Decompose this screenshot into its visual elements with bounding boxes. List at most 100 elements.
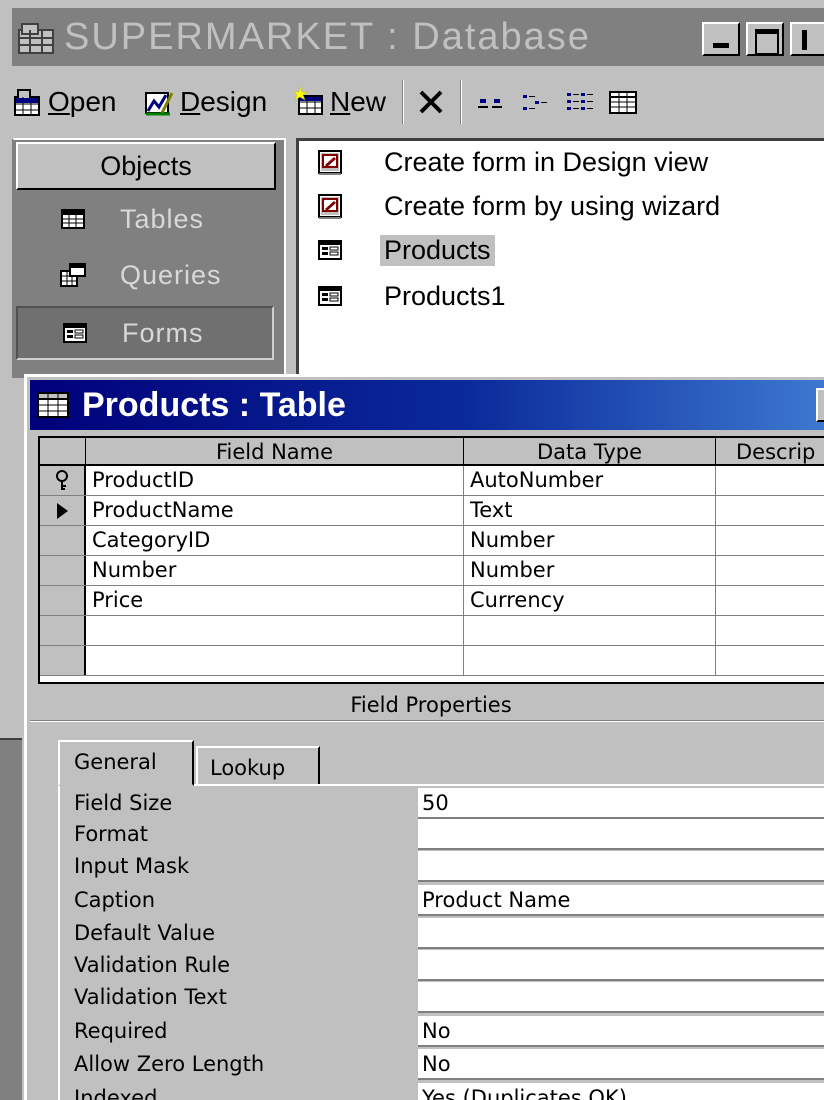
- table-row[interactable]: Number Number: [40, 556, 824, 586]
- data-type-cell[interactable]: [464, 616, 716, 645]
- field-name-cell[interactable]: ProductName: [86, 496, 464, 525]
- list-item-create-form-wizard[interactable]: Create form by using wizard: [316, 186, 720, 226]
- database-toolbar: Open Design New: [12, 72, 824, 134]
- database-icon: [18, 23, 54, 54]
- design-button[interactable]: Design: [144, 82, 267, 122]
- details-view-icon: [609, 91, 637, 114]
- table-row[interactable]: Price Currency: [40, 586, 824, 616]
- row-selector[interactable]: [40, 466, 86, 495]
- open-icon: [14, 89, 40, 116]
- row-selector[interactable]: [40, 586, 86, 615]
- delete-button[interactable]: [416, 82, 452, 122]
- data-type-cell[interactable]: Number: [464, 526, 716, 555]
- data-type-cell[interactable]: AutoNumber: [464, 466, 716, 495]
- table-row[interactable]: CategoryID Number: [40, 526, 824, 556]
- design-label: Design: [180, 86, 268, 117]
- property-value-field[interactable]: Product Name: [418, 885, 824, 916]
- row-selector[interactable]: [40, 526, 86, 555]
- property-row-validation-text: Validation Text: [72, 982, 824, 1013]
- property-value-field[interactable]: [418, 982, 824, 1013]
- property-label: Required: [74, 1019, 168, 1043]
- small-icons-button[interactable]: [520, 82, 556, 122]
- list-view-button[interactable]: [564, 82, 600, 122]
- data-type-cell[interactable]: Text: [464, 496, 716, 525]
- property-value-field[interactable]: [418, 950, 824, 981]
- column-header-description: Descrip: [716, 438, 824, 464]
- table-row[interactable]: ProductName Text: [40, 496, 824, 526]
- minimize-button[interactable]: [816, 388, 824, 422]
- property-row-format: Format: [72, 819, 824, 850]
- table-row[interactable]: [40, 616, 824, 646]
- property-value-field[interactable]: [418, 918, 824, 949]
- tab-lookup[interactable]: Lookup: [196, 746, 320, 786]
- table-icon: [61, 209, 85, 229]
- field-name-cell[interactable]: CategoryID: [86, 526, 464, 555]
- objects-item-forms[interactable]: Forms: [16, 306, 274, 360]
- property-row-caption: Caption Product Name: [72, 885, 824, 916]
- property-value-field[interactable]: No: [418, 1016, 824, 1047]
- description-cell[interactable]: [716, 496, 824, 525]
- list-item-products[interactable]: Products: [316, 230, 495, 270]
- divider: [30, 720, 824, 722]
- column-header-field-name: Field Name: [86, 438, 464, 464]
- row-selector[interactable]: [40, 556, 86, 585]
- field-name-cell[interactable]: [86, 646, 464, 675]
- details-view-button[interactable]: [608, 82, 644, 122]
- objects-item-queries[interactable]: Queries: [16, 248, 274, 302]
- property-value-field[interactable]: [418, 851, 824, 882]
- delete-icon: [419, 90, 443, 114]
- property-value-field[interactable]: 50: [418, 788, 824, 819]
- description-cell[interactable]: [716, 646, 824, 675]
- property-row-validation-rule: Validation Rule: [72, 950, 824, 981]
- row-selector[interactable]: [40, 646, 86, 675]
- row-selector[interactable]: [40, 616, 86, 645]
- property-value-field[interactable]: No: [418, 1049, 824, 1080]
- description-cell[interactable]: [716, 466, 824, 495]
- data-type-cell[interactable]: [464, 646, 716, 675]
- objects-header-button[interactable]: Objects: [16, 142, 276, 190]
- property-row-input-mask: Input Mask: [72, 851, 824, 882]
- close-button[interactable]: [790, 22, 824, 56]
- list-view-icon: [567, 93, 593, 110]
- data-type-cell[interactable]: Currency: [464, 586, 716, 615]
- new-button[interactable]: New: [294, 82, 386, 122]
- form-icon: [318, 286, 342, 306]
- table-window-title: Products : Table: [82, 386, 346, 424]
- property-row-indexed: Indexed Yes (Duplicates OK): [72, 1083, 824, 1100]
- database-title: SUPERMARKET : Database: [64, 16, 591, 58]
- minimize-button[interactable]: [702, 22, 740, 56]
- open-button[interactable]: Open: [12, 82, 117, 122]
- description-cell[interactable]: [716, 556, 824, 585]
- field-name-cell[interactable]: [86, 616, 464, 645]
- property-label: Format: [74, 822, 149, 846]
- table-row[interactable]: ProductID AutoNumber: [40, 466, 824, 496]
- field-name-cell[interactable]: ProductID: [86, 466, 464, 495]
- toolbar-separator: [402, 80, 404, 124]
- form-icon: [63, 323, 87, 343]
- grid-corner[interactable]: [40, 438, 86, 464]
- objects-item-tables[interactable]: Tables: [16, 192, 274, 246]
- list-item-products1[interactable]: Products1: [316, 276, 506, 316]
- tab-general[interactable]: General: [58, 740, 194, 786]
- field-properties-label: Field Properties: [350, 693, 512, 717]
- description-cell[interactable]: [716, 616, 824, 645]
- data-type-cell[interactable]: Number: [464, 556, 716, 585]
- field-name-cell[interactable]: Number: [86, 556, 464, 585]
- description-cell[interactable]: [716, 586, 824, 615]
- large-icons-button[interactable]: [476, 82, 512, 122]
- table-row[interactable]: [40, 646, 824, 676]
- list-item-label: Create form in Design view: [384, 146, 709, 177]
- property-value-field[interactable]: Yes (Duplicates OK): [418, 1083, 824, 1100]
- field-name-cell[interactable]: Price: [86, 586, 464, 615]
- maximize-button[interactable]: [746, 22, 784, 56]
- property-label: Default Value: [74, 921, 216, 945]
- property-label: Input Mask: [74, 854, 190, 878]
- field-grid[interactable]: Field Name Data Type Descrip ProductID A…: [38, 436, 824, 684]
- row-selector[interactable]: [40, 496, 86, 525]
- table-title-bar[interactable]: Products : Table: [30, 380, 824, 430]
- objects-item-label: Forms: [122, 317, 204, 348]
- description-cell[interactable]: [716, 526, 824, 555]
- list-item-create-form-design[interactable]: Create form in Design view: [316, 142, 708, 182]
- property-value-field[interactable]: [418, 819, 824, 850]
- database-title-bar[interactable]: SUPERMARKET : Database: [12, 8, 824, 66]
